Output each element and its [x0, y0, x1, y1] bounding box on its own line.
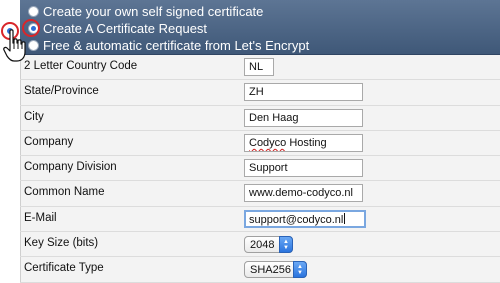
cert-type-select[interactable]: SHA256 ▲ ▼ — [244, 261, 307, 279]
form-row-division: Company Division Support — [20, 156, 500, 182]
radio-self-signed[interactable] — [28, 5, 39, 17]
form-row-state: State/Province ZH — [20, 80, 500, 106]
division-input[interactable]: Support — [244, 159, 363, 178]
text-caret — [344, 212, 346, 224]
option-self-signed-label: Create your own self signed certificate — [43, 3, 264, 19]
common-name-input[interactable]: www.demo-codyco.nl — [244, 184, 363, 203]
option-certificate-request[interactable]: Create A Certificate Request — [28, 20, 207, 36]
email-label: E-Mail — [24, 211, 57, 224]
hand-pointer-icon — [3, 29, 26, 62]
state-label: State/Province — [24, 85, 99, 98]
company-value-misspelled: Codyco — [249, 136, 287, 149]
company-input[interactable]: Codyco Hosting — [244, 133, 363, 152]
company-value-rest: Hosting — [286, 136, 327, 149]
form-row-company: Company Codyco Hosting — [20, 131, 500, 157]
state-input[interactable]: ZH — [244, 83, 363, 102]
certificate-form: 2 Letter Country Code NL State/Province … — [20, 55, 500, 283]
form-row-cert-type: Certificate Type SHA256 ▲ ▼ — [20, 257, 500, 283]
up-down-arrows-icon: ▲ ▼ — [293, 261, 307, 279]
up-down-arrows-icon: ▲ ▼ — [279, 236, 293, 254]
option-lets-encrypt-label: Free & automatic certificate from Let's … — [43, 37, 310, 53]
certificate-mode-options: Create your own self signed certificate … — [20, 0, 500, 55]
company-label: Company — [24, 135, 74, 148]
form-row-key-size: Key Size (bits) 2048 ▲ ▼ — [20, 232, 500, 258]
form-row-common-name: Common Name www.demo-codyco.nl — [20, 181, 500, 207]
country-label: 2 Letter Country Code — [24, 60, 138, 72]
option-certificate-request-label: Create A Certificate Request — [43, 20, 208, 36]
cert-type-value: SHA256 — [250, 264, 291, 277]
cert-type-label: Certificate Type — [24, 262, 104, 275]
key-size-select[interactable]: 2048 ▲ ▼ — [244, 236, 293, 254]
city-input[interactable]: Den Haag — [244, 108, 363, 127]
option-self-signed[interactable]: Create your own self signed certificate — [28, 3, 263, 19]
form-row-email: E-Mail support@codyco.nl — [20, 207, 500, 233]
option-lets-encrypt[interactable]: Free & automatic certificate from Let's … — [28, 37, 309, 53]
common-name-label: Common Name — [24, 186, 105, 199]
radio-lets-encrypt[interactable] — [28, 39, 39, 51]
form-row-country: 2 Letter Country Code NL — [20, 55, 500, 81]
form-row-city: City Den Haag — [20, 106, 500, 131]
city-label: City — [24, 110, 44, 123]
key-size-label: Key Size (bits) — [24, 237, 99, 250]
division-label: Company Division — [24, 161, 117, 174]
email-input[interactable]: support@codyco.nl — [244, 209, 366, 228]
key-size-value: 2048 — [250, 239, 275, 252]
email-value: support@codyco.nl — [249, 213, 344, 226]
country-input[interactable]: NL — [244, 58, 274, 76]
